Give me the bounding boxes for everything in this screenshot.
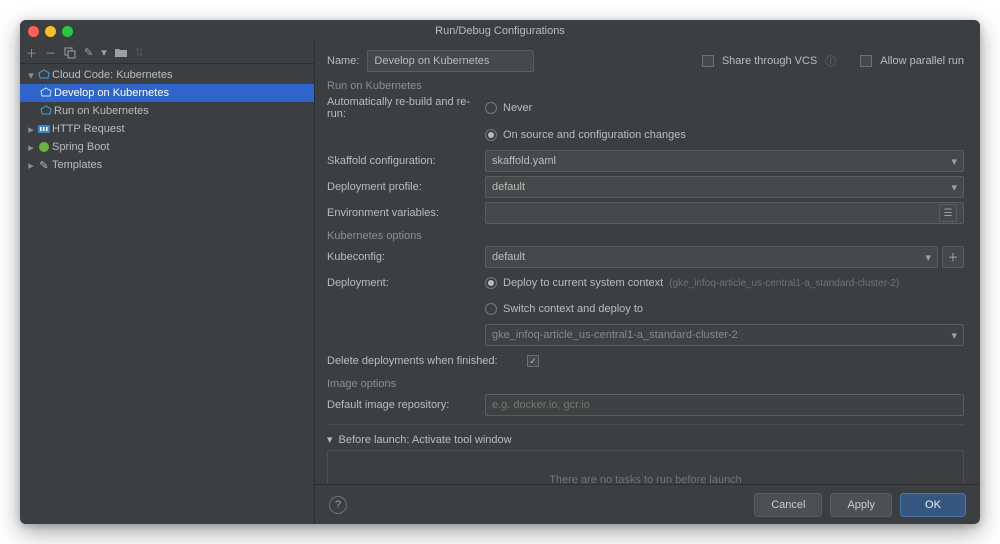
radio-never-label: Never bbox=[503, 102, 532, 114]
help-button[interactable]: ? bbox=[329, 496, 347, 514]
separator bbox=[327, 424, 964, 425]
tree-node-develop[interactable]: Develop on Kubernetes bbox=[20, 84, 314, 102]
config-tree: ▾ Cloud Code: Kubernetes Develop on Kube… bbox=[20, 64, 314, 524]
sidebar-toolbar: ＋ － ✎ ▾ ⇅ bbox=[20, 42, 314, 64]
add-kubeconfig-button[interactable]: ＋ bbox=[942, 246, 964, 268]
tree-label: HTTP Request bbox=[52, 123, 125, 135]
kubeconfig-label: Kubeconfig: bbox=[327, 251, 485, 263]
folder-icon[interactable] bbox=[115, 48, 127, 58]
dialog-body: ＋ － ✎ ▾ ⇅ ▾ Cloud Code: Kubernetes Devel… bbox=[20, 42, 980, 524]
name-label: Name: bbox=[327, 55, 359, 67]
deploy-context-select[interactable]: gke_infoq-article_us-central1-a_standard… bbox=[485, 324, 964, 346]
radio-deploy-current[interactable] bbox=[485, 277, 497, 289]
tree-label: Cloud Code: Kubernetes bbox=[52, 69, 172, 81]
radio-on-change-label: On source and configuration changes bbox=[503, 129, 686, 141]
section-run: Run on Kubernetes bbox=[327, 80, 964, 92]
allow-parallel-checkbox[interactable] bbox=[860, 55, 872, 67]
cancel-button[interactable]: Cancel bbox=[754, 493, 822, 517]
sidebar: ＋ － ✎ ▾ ⇅ ▾ Cloud Code: Kubernetes Devel… bbox=[20, 42, 315, 524]
profile-value: default bbox=[492, 181, 525, 193]
kubernetes-icon bbox=[36, 69, 52, 81]
chevron-down-icon: ▾ bbox=[951, 329, 957, 342]
kubeconfig-value: default bbox=[492, 251, 525, 263]
name-value: Develop on Kubernetes bbox=[374, 55, 489, 67]
wrench-icon: ✎ bbox=[36, 159, 52, 172]
titlebar: Run/Debug Configurations bbox=[20, 20, 980, 42]
cancel-label: Cancel bbox=[771, 499, 805, 511]
chevron-down-icon: ▾ bbox=[925, 251, 931, 264]
wrench-icon[interactable]: ✎ bbox=[84, 46, 93, 59]
delete-deployments-checkbox[interactable] bbox=[527, 355, 539, 367]
list-edit-icon[interactable]: ☰ bbox=[939, 204, 957, 222]
deploy-current-label: Deploy to current system context bbox=[503, 277, 663, 289]
help-icon[interactable]: ⓘ bbox=[825, 53, 836, 69]
auto-rebuild-label: Automatically re-build and re-run: bbox=[327, 96, 485, 120]
repo-label: Default image repository: bbox=[327, 399, 485, 411]
radio-never[interactable] bbox=[485, 102, 497, 114]
tree-label: Spring Boot bbox=[52, 141, 109, 153]
tree-node-templates[interactable]: ▸ ✎ Templates bbox=[20, 156, 314, 174]
spring-icon bbox=[36, 141, 52, 153]
apply-button[interactable]: Apply bbox=[830, 493, 892, 517]
section-k8s: Kubernetes options bbox=[327, 230, 964, 242]
dialog-window: Run/Debug Configurations ＋ － ✎ ▾ ⇅ ▾ Clo… bbox=[20, 20, 980, 524]
kubernetes-icon bbox=[38, 87, 54, 99]
expand-icon[interactable]: ⇅ bbox=[135, 46, 144, 59]
skaffold-select[interactable]: skaffold.yaml ▾ bbox=[485, 150, 964, 172]
up-down-icon[interactable]: ▾ bbox=[101, 46, 107, 59]
chevron-down-icon: ▾ bbox=[26, 69, 36, 82]
chevron-down-icon: ▾ bbox=[951, 155, 957, 168]
radio-deploy-switch[interactable] bbox=[485, 303, 497, 315]
delete-label: Delete deployments when finished: bbox=[327, 355, 527, 367]
tree-node-http[interactable]: ▸ HTTP Request bbox=[20, 120, 314, 138]
before-launch-label: Before launch: Activate tool window bbox=[339, 434, 512, 446]
tree-node-spring[interactable]: ▸ Spring Boot bbox=[20, 138, 314, 156]
before-launch-toggle[interactable]: ▾ Before launch: Activate tool window bbox=[327, 433, 964, 446]
tree-label: Run on Kubernetes bbox=[54, 105, 149, 117]
tree-node-run[interactable]: Run on Kubernetes bbox=[20, 102, 314, 120]
dialog-footer: ? Cancel Apply OK bbox=[315, 484, 980, 524]
add-icon[interactable]: ＋ bbox=[26, 45, 37, 61]
skaffold-label: Skaffold configuration: bbox=[327, 155, 485, 167]
kubeconfig-select[interactable]: default ▾ bbox=[485, 246, 938, 268]
repo-input[interactable] bbox=[485, 394, 964, 416]
deploy-current-hint: (gke_infoq-article_us-central1-a_standar… bbox=[669, 278, 899, 289]
name-input[interactable]: Develop on Kubernetes bbox=[367, 50, 533, 72]
ok-label: OK bbox=[925, 499, 941, 511]
window-title: Run/Debug Configurations bbox=[20, 25, 980, 37]
profile-label: Deployment profile: bbox=[327, 181, 485, 193]
env-label: Environment variables: bbox=[327, 207, 485, 219]
env-input[interactable]: ☰ bbox=[485, 202, 964, 224]
kubernetes-icon bbox=[38, 105, 54, 117]
tree-label: Develop on Kubernetes bbox=[54, 87, 169, 99]
share-vcs-label: Share through VCS bbox=[722, 55, 817, 67]
apply-label: Apply bbox=[847, 499, 875, 511]
skaffold-value: skaffold.yaml bbox=[492, 155, 556, 167]
ok-button[interactable]: OK bbox=[900, 493, 966, 517]
before-launch-empty: There are no tasks to run before launch bbox=[549, 474, 742, 484]
main-panel: Name: Develop on Kubernetes Share throug… bbox=[315, 42, 980, 524]
chevron-right-icon: ▸ bbox=[26, 159, 36, 172]
section-image: Image options bbox=[327, 378, 964, 390]
tree-label: Templates bbox=[52, 159, 102, 171]
chevron-down-icon: ▾ bbox=[327, 433, 333, 446]
form-scroll: Name: Develop on Kubernetes Share throug… bbox=[315, 42, 980, 484]
before-launch-list: There are no tasks to run before launch bbox=[327, 450, 964, 484]
profile-select[interactable]: default ▾ bbox=[485, 176, 964, 198]
radio-on-change[interactable] bbox=[485, 129, 497, 141]
deployment-label: Deployment: bbox=[327, 277, 485, 289]
deploy-switch-label: Switch context and deploy to bbox=[503, 303, 643, 315]
chevron-down-icon: ▾ bbox=[951, 181, 957, 194]
chevron-right-icon: ▸ bbox=[26, 123, 36, 136]
tree-node-cloud-code[interactable]: ▾ Cloud Code: Kubernetes bbox=[20, 66, 314, 84]
chevron-right-icon: ▸ bbox=[26, 141, 36, 154]
share-vcs-checkbox[interactable] bbox=[702, 55, 714, 67]
deploy-context-value: gke_infoq-article_us-central1-a_standard… bbox=[492, 329, 738, 341]
http-icon bbox=[36, 124, 52, 134]
remove-icon[interactable]: － bbox=[45, 45, 56, 61]
copy-icon[interactable] bbox=[64, 47, 76, 59]
allow-parallel-label: Allow parallel run bbox=[880, 55, 964, 67]
